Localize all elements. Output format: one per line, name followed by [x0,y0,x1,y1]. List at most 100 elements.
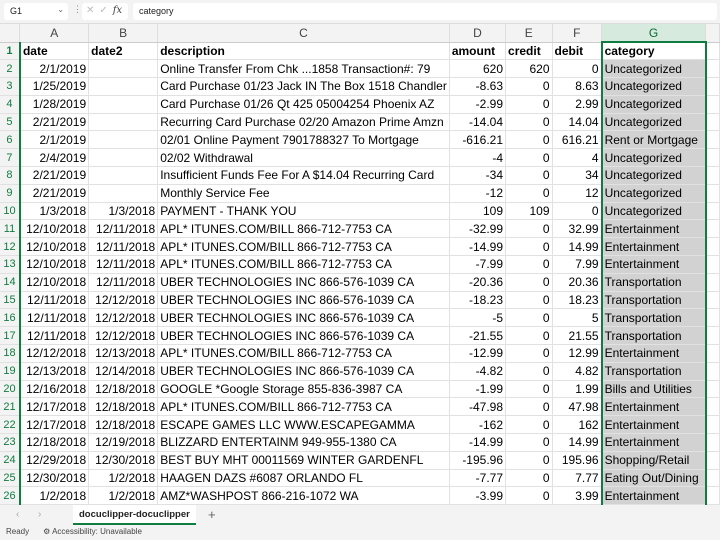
cell-g24[interactable]: Shopping/Retail [600,451,707,470]
cell-e11[interactable]: 0 [505,219,553,239]
cell-b24[interactable]: 12/30/2018 [88,451,159,470]
insert-function-icon[interactable]: fx [113,5,122,18]
cell-g2[interactable]: Uncategorized [600,59,707,79]
cell-b14[interactable]: 12/11/2018 [88,273,159,292]
cell-a10[interactable]: 1/3/2018 [19,202,90,221]
cell-c13[interactable]: APL* ITUNES.COM/BILL 866-712-7753 CA [157,255,450,274]
cell-h22[interactable] [705,415,720,435]
cell-f12[interactable]: 14.99 [552,237,603,257]
cell-d16[interactable]: -5 [449,308,507,328]
cell-b21[interactable]: 12/18/2018 [88,397,159,417]
cell-e16[interactable]: 0 [505,308,553,328]
row-header[interactable]: 16 [0,308,21,328]
cell-c22[interactable]: ESCAPE GAMES LLC WWW.ESCAPEGAMMA [157,415,450,435]
row-header[interactable]: 18 [0,344,21,363]
row-header[interactable]: 24 [0,451,21,470]
cell-e23[interactable]: 0 [505,433,553,452]
cell-d5[interactable]: -14.04 [449,113,507,132]
cell-h6[interactable] [705,130,720,150]
cell-g12[interactable]: Entertainment [600,237,707,257]
chevron-right-icon[interactable]: › [38,509,41,520]
cell-b26[interactable]: 1/2/2018 [88,486,159,505]
cell-h5[interactable] [705,113,720,132]
cell-e1[interactable]: credit [505,42,553,61]
cell-f2[interactable]: 0 [552,59,603,79]
row-header[interactable]: 5 [0,113,21,132]
add-sheet-button[interactable]: + [208,507,216,522]
cell-f21[interactable]: 47.98 [552,397,603,417]
cell-e6[interactable]: 0 [505,130,553,150]
row-header[interactable]: 23 [0,433,21,452]
cell-d6[interactable]: -616.21 [449,130,507,150]
column-header-e[interactable]: E [505,24,553,43]
cell-e24[interactable]: 0 [505,451,553,470]
row-header[interactable]: 22 [0,415,21,435]
cell-f4[interactable]: 2.99 [552,95,603,114]
cell-h3[interactable] [705,77,720,96]
cell-e3[interactable]: 0 [505,77,553,96]
cell-g23[interactable]: Entertainment [600,433,707,452]
cell-g8[interactable]: Uncategorized [600,166,707,185]
cell-h26[interactable] [705,486,720,505]
cell-f20[interactable]: 1.99 [552,380,603,399]
cell-g14[interactable]: Transportation [600,273,707,292]
cell-d14[interactable]: -20.36 [449,273,507,292]
column-header-b[interactable]: B [88,24,159,43]
cell-g10[interactable]: Uncategorized [600,202,707,221]
cell-h21[interactable] [705,397,720,417]
cell-b13[interactable]: 12/11/2018 [88,255,159,274]
row-header[interactable]: 14 [0,273,21,292]
cell-g22[interactable]: Entertainment [600,415,707,435]
cell-c11[interactable]: APL* ITUNES.COM/BILL 866-712-7753 CA [157,219,450,239]
cell-f8[interactable]: 34 [552,166,603,185]
cell-a16[interactable]: 12/11/2018 [19,308,90,328]
cell-d8[interactable]: -34 [449,166,507,185]
cell-c3[interactable]: Card Purchase 01/23 Jack IN The Box 1518… [157,77,450,96]
cell-c10[interactable]: PAYMENT - THANK YOU [157,202,450,221]
cell-c25[interactable]: HAAGEN DAZS #6087 ORLANDO FL [157,469,450,488]
cell-g17[interactable]: Transportation [600,326,707,346]
cell-h10[interactable] [705,202,720,221]
cell-a9[interactable]: 2/21/2019 [19,184,90,203]
cell-f25[interactable]: 7.77 [552,469,603,488]
cell-d2[interactable]: 620 [449,59,507,79]
cell-b17[interactable]: 12/12/2018 [88,326,159,346]
cell-g11[interactable]: Entertainment [600,219,707,239]
cell-f22[interactable]: 162 [552,415,603,435]
cell-c5[interactable]: Recurring Card Purchase 02/20 Amazon Pri… [157,113,450,132]
cell-d9[interactable]: -12 [449,184,507,203]
cell-b22[interactable]: 12/18/2018 [88,415,159,435]
cell-f24[interactable]: 195.96 [552,451,603,470]
cell-a15[interactable]: 12/11/2018 [19,291,90,310]
cell-b2[interactable] [88,59,159,79]
cell-c23[interactable]: BLIZZARD ENTERTAINM 949-955-1380 CA [157,433,450,452]
cell-d26[interactable]: -3.99 [449,486,507,505]
cell-a20[interactable]: 12/16/2018 [19,380,90,399]
cell-a17[interactable]: 12/11/2018 [19,326,90,346]
cell-f7[interactable]: 4 [552,148,603,168]
cell-c17[interactable]: UBER TECHNOLOGIES INC 866-576-1039 CA [157,326,450,346]
cell-a24[interactable]: 12/29/2018 [19,451,90,470]
cell-c2[interactable]: Online Transfer From Chk ...1858 Transac… [157,59,450,79]
cell-f13[interactable]: 7.99 [552,255,603,274]
cell-f26[interactable]: 3.99 [552,486,603,505]
cell-b20[interactable]: 12/18/2018 [88,380,159,399]
cell-h24[interactable] [705,451,720,470]
cell-a13[interactable]: 12/10/2018 [19,255,90,274]
cell-b10[interactable]: 1/3/2018 [88,202,159,221]
cell-a11[interactable]: 12/10/2018 [19,219,90,239]
cell-c8[interactable]: Insufficient Funds Fee For A $14.04 Recu… [157,166,450,185]
cell-b6[interactable] [88,130,159,150]
cell-a18[interactable]: 12/12/2018 [19,344,90,363]
cell-c4[interactable]: Card Purchase 01/26 Qt 425 05004254 Phoe… [157,95,450,114]
cell-f11[interactable]: 32.99 [552,219,603,239]
cell-h4[interactable] [705,95,720,114]
chevron-left-icon[interactable]: ‹ [16,509,19,520]
cell-b15[interactable]: 12/12/2018 [88,291,159,310]
cell-e7[interactable]: 0 [505,148,553,168]
cell-h18[interactable] [705,344,720,363]
cell-h19[interactable] [705,362,720,381]
cell-f19[interactable]: 4.82 [552,362,603,381]
cell-c16[interactable]: UBER TECHNOLOGIES INC 866-576-1039 CA [157,308,450,328]
cancel-icon[interactable]: ✕ [86,5,94,18]
